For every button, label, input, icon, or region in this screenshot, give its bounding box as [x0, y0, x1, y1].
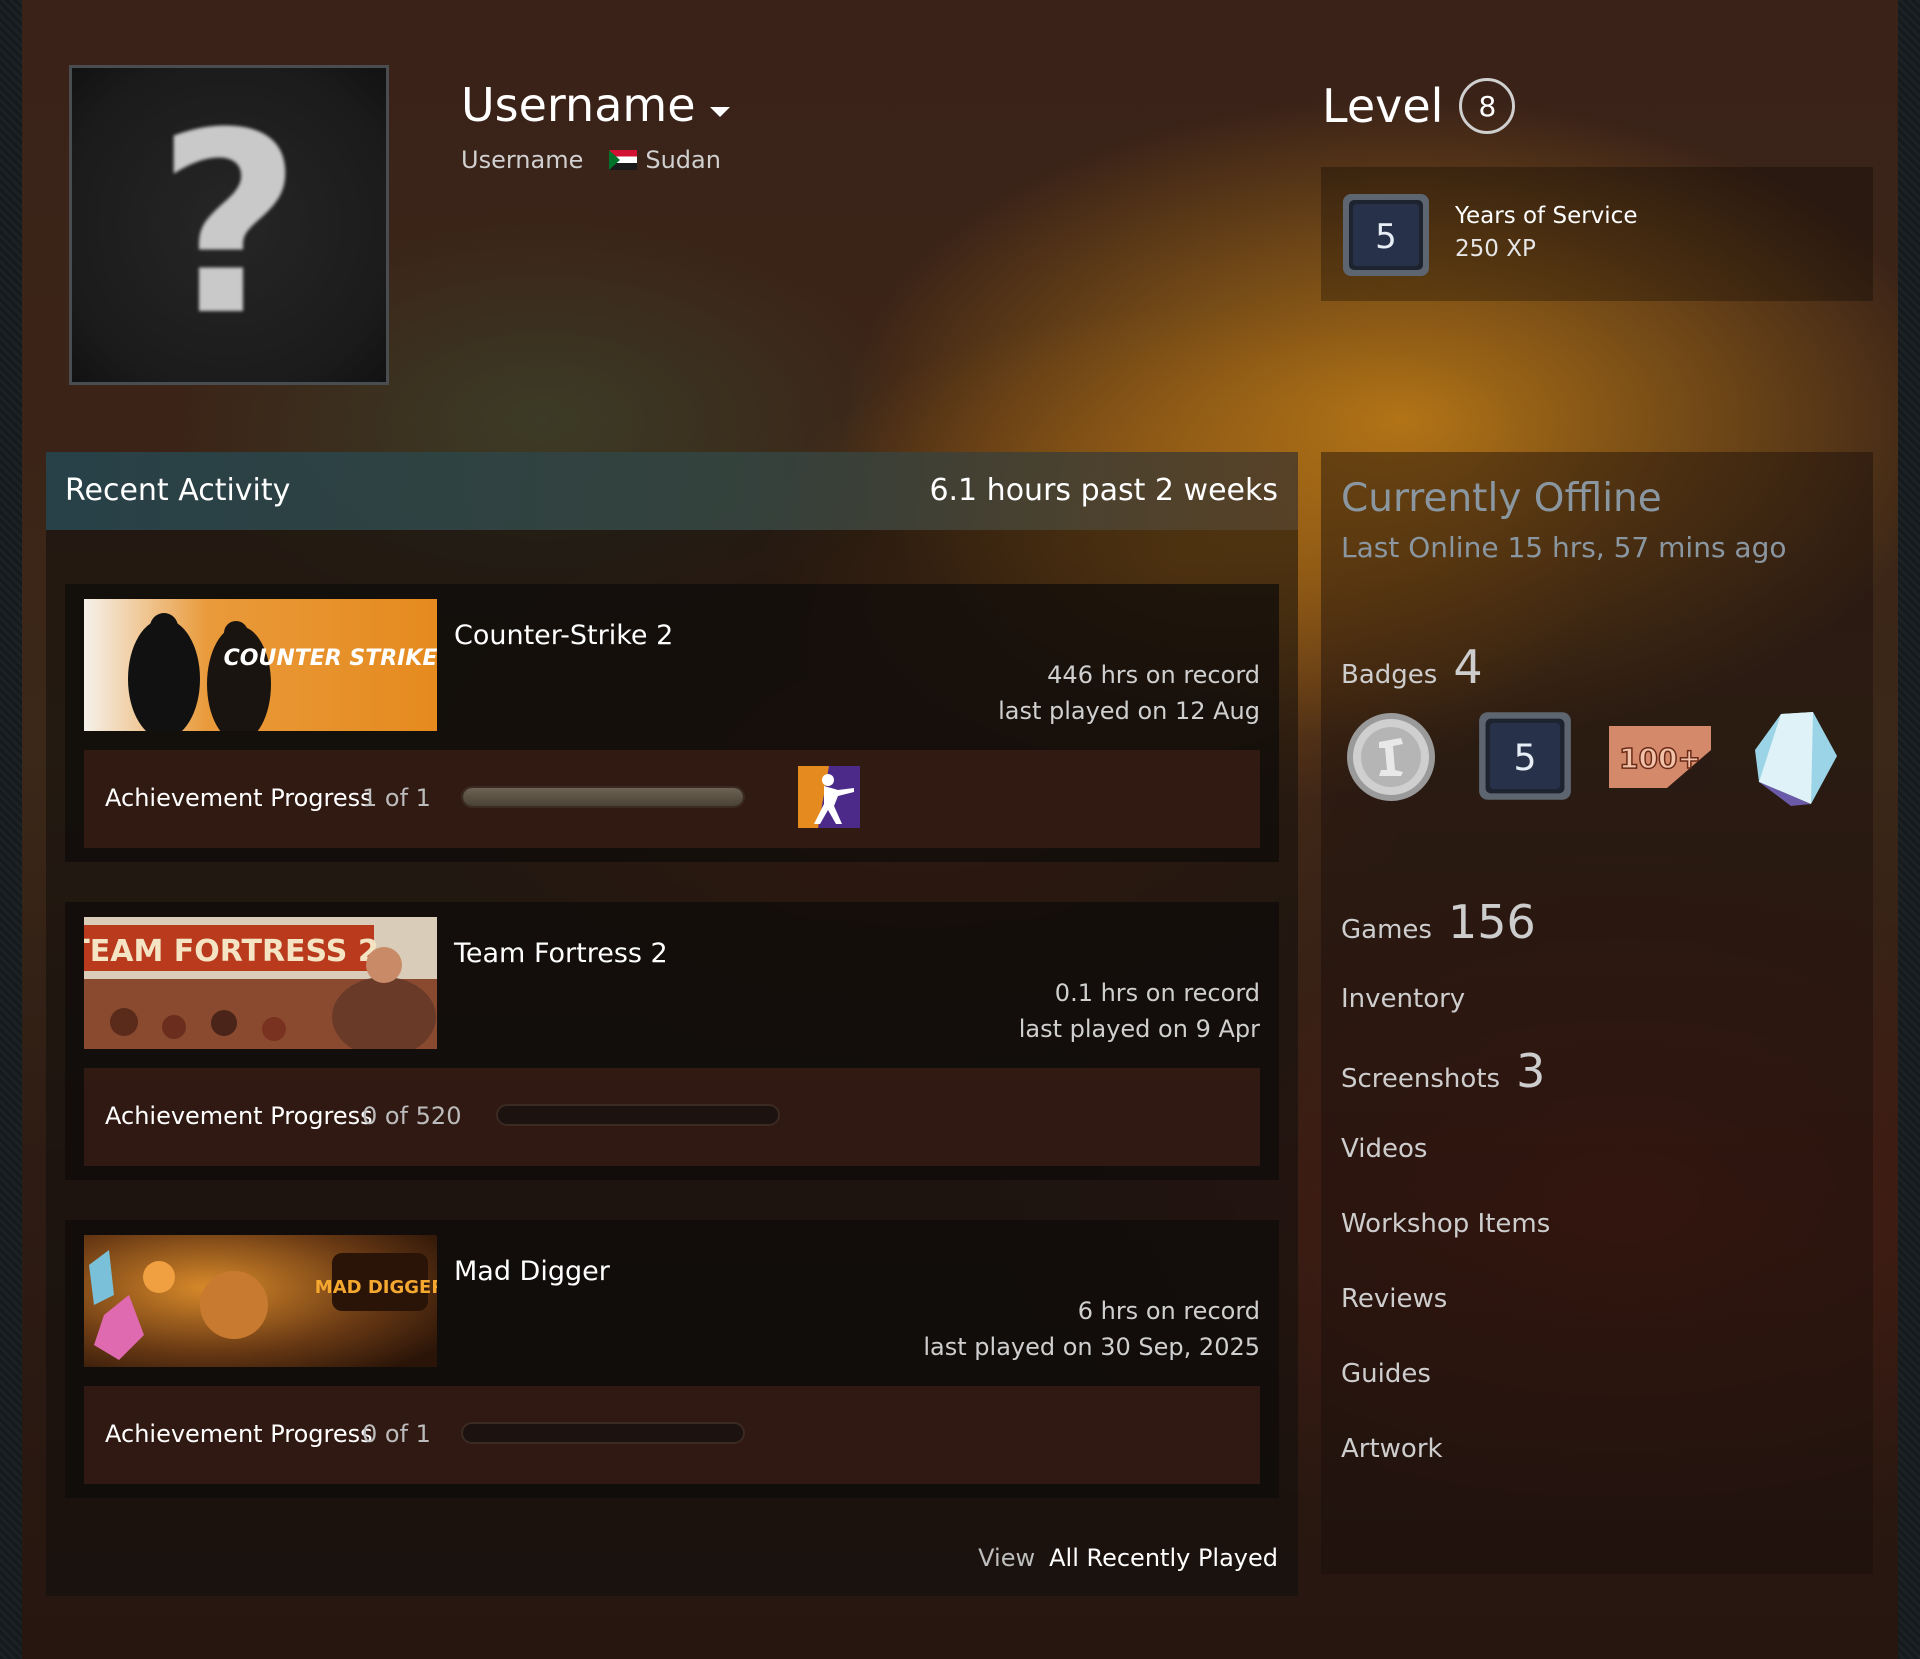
game-row-mad-digger: MAD DIGGER Mad Digger 6 hrs on record la…: [65, 1220, 1279, 1498]
game-name[interactable]: Counter-Strike 2: [454, 620, 673, 651]
game-name[interactable]: Team Fortress 2: [454, 938, 668, 969]
achievement-progress-bar: [496, 1104, 780, 1126]
workshop-items-link[interactable]: Workshop Items: [1341, 1209, 1550, 1239]
favorite-badge-title: Years of Service: [1455, 203, 1638, 229]
games-count: 156: [1447, 895, 1536, 949]
cs-achievement-icon[interactable]: [798, 766, 860, 828]
last-online: Last Online 15 hrs, 57 mins ago: [1341, 531, 1787, 564]
favorite-badge-xp: 250 XP: [1455, 236, 1536, 262]
view-label: View: [978, 1544, 1036, 1572]
level-badge: 8: [1459, 78, 1516, 134]
svg-text:5: 5: [1375, 217, 1397, 257]
sudan-flag-icon: [609, 150, 638, 170]
game-row-team-fortress-2: TEAM FORTRESS 2 Team Fortress 2 0.1 hrs …: [65, 902, 1279, 1180]
real-name: Username: [461, 146, 584, 174]
favorite-badge[interactable]: 5 Years of Service 250 XP: [1321, 167, 1873, 301]
badges-count: 4: [1453, 640, 1483, 694]
years-of-service-badge-icon: 5: [1343, 194, 1429, 276]
screenshots-count: 3: [1516, 1044, 1546, 1098]
artwork-link[interactable]: Artwork: [1341, 1434, 1443, 1464]
reviews-link[interactable]: Reviews: [1341, 1284, 1447, 1314]
view-all-recently-played[interactable]: View All Recently Played: [978, 1544, 1278, 1572]
game-hours: 446 hrs on record: [1047, 661, 1260, 689]
chevron-down-icon: [709, 107, 730, 117]
all-recently-played-link[interactable]: All Recently Played: [1049, 1544, 1278, 1572]
svg-text:100+: 100+: [1619, 742, 1701, 775]
games-label: Games: [1341, 915, 1432, 945]
achievement-count: 1 of 1: [362, 784, 431, 812]
avatar[interactable]: ?: [69, 65, 389, 385]
profile-level[interactable]: Level 8: [1322, 78, 1516, 134]
recent-activity-title: Recent Activity: [65, 473, 291, 508]
game-row-counter-strike-2: COUNTER STRIKE 2 Counter-Strike 2 446 hr…: [65, 584, 1279, 862]
game-hours: 6 hrs on record: [1077, 1297, 1260, 1325]
game-last-played: last played on 30 Sep, 2025: [923, 1333, 1260, 1361]
achievement-progress-bar: [461, 786, 745, 808]
coin-badge-icon[interactable]: [1343, 710, 1439, 804]
achievement-progress-bar: [461, 1422, 745, 1444]
svg-text:5: 5: [1513, 736, 1536, 779]
100-plus-badge-icon[interactable]: 100+: [1607, 710, 1713, 804]
achievement-label: Achievement Progress: [105, 784, 373, 812]
left-border-strip: [0, 0, 22, 1659]
screenshots-label: Screenshots: [1341, 1064, 1501, 1094]
svg-text:MAD DIGGER: MAD DIGGER: [315, 1277, 437, 1298]
profile-subtitle: Username Sudan: [461, 146, 721, 174]
game-last-played: last played on 9 Apr: [1018, 1015, 1260, 1043]
game-last-played: last played on 12 Aug: [998, 697, 1260, 725]
videos-link[interactable]: Videos: [1341, 1134, 1427, 1164]
right-border-strip: [1898, 0, 1920, 1659]
team-fortress-2-capsule[interactable]: TEAM FORTRESS 2: [84, 917, 437, 1049]
crystal-badge-icon[interactable]: [1751, 710, 1841, 810]
avatar-placeholder-icon: ?: [156, 79, 302, 370]
achievement-label: Achievement Progress: [105, 1102, 373, 1130]
achievement-progress[interactable]: Achievement Progress 0 of 520: [84, 1068, 1260, 1166]
online-status: Currently Offline: [1341, 476, 1662, 521]
game-hours: 0.1 hrs on record: [1054, 979, 1260, 1007]
guides-link[interactable]: Guides: [1341, 1359, 1431, 1389]
level-label: Level: [1322, 79, 1444, 133]
achievement-progress[interactable]: Achievement Progress 0 of 1: [84, 1386, 1260, 1484]
persona-name: Username: [461, 78, 696, 132]
counter-strike-2-capsule[interactable]: COUNTER STRIKE 2: [84, 599, 437, 731]
inventory-link[interactable]: Inventory: [1341, 984, 1465, 1014]
achievement-label: Achievement Progress: [105, 1420, 373, 1448]
svg-text:TEAM FORTRESS 2: TEAM FORTRESS 2: [84, 934, 379, 969]
persona-name-dropdown[interactable]: Username: [461, 78, 730, 132]
recent-activity-hours: 6.1 hours past 2 weeks: [929, 473, 1278, 508]
country: Sudan: [645, 146, 721, 174]
achievement-progress[interactable]: Achievement Progress 1 of 1: [84, 750, 1260, 848]
achievement-count: 0 of 520: [362, 1102, 462, 1130]
badges-link[interactable]: Badges 4: [1341, 640, 1483, 694]
recent-activity-header: Recent Activity 6.1 hours past 2 weeks: [46, 452, 1298, 530]
years-of-service-badge-icon[interactable]: 5: [1477, 710, 1573, 802]
game-name[interactable]: Mad Digger: [454, 1256, 610, 1287]
recent-activity-panel: Recent Activity 6.1 hours past 2 weeks C…: [46, 452, 1298, 1596]
profile-sidebar: Currently Offline Last Online 15 hrs, 57…: [1321, 452, 1873, 1574]
achievement-count: 0 of 1: [362, 1420, 431, 1448]
badges-label: Badges: [1341, 660, 1438, 690]
games-link[interactable]: Games 156: [1341, 895, 1536, 949]
svg-text:COUNTER STRIKE 2: COUNTER STRIKE 2: [224, 646, 437, 671]
mad-digger-capsule[interactable]: MAD DIGGER: [84, 1235, 437, 1367]
screenshots-link[interactable]: Screenshots 3: [1341, 1044, 1545, 1098]
